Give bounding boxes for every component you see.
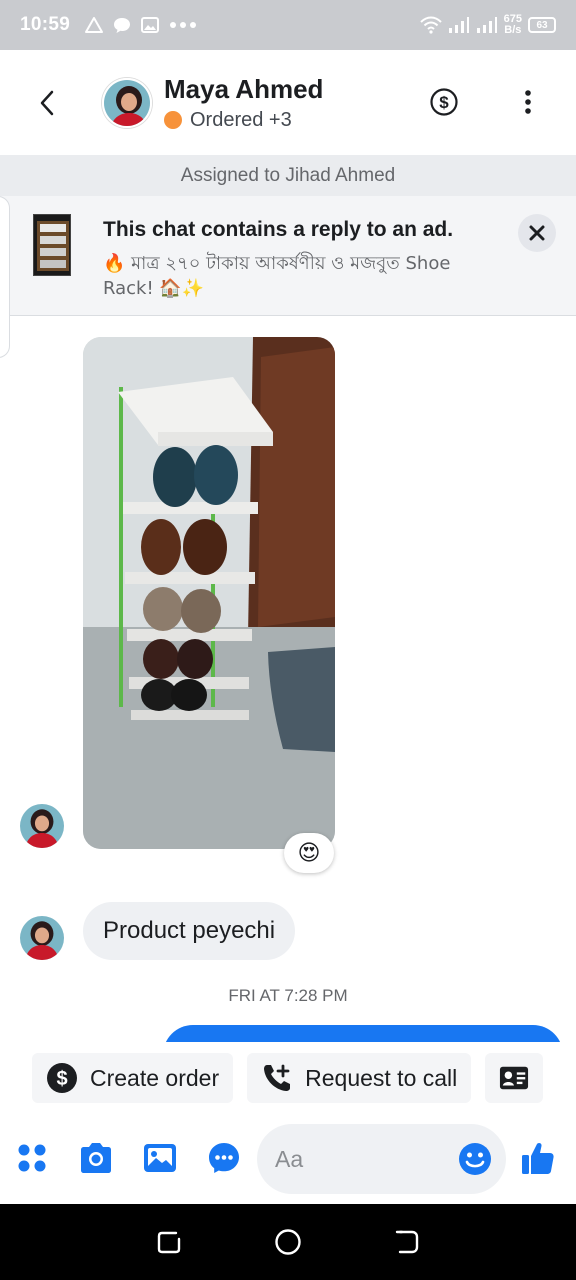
incoming-text-message[interactable]: Product peyechi [83,902,296,960]
apps-icon [18,1144,46,1172]
network-speed: 675 B/s [504,14,522,36]
create-order-button[interactable]: $ Create order [32,1053,234,1103]
like-button[interactable] [518,1138,558,1178]
ad-reply-notice[interactable]: This chat contains a reply to an ad. 🔥 ম… [0,196,576,316]
emoji-button[interactable] [458,1142,492,1176]
camera-button[interactable] [76,1138,116,1178]
like-icon [522,1142,554,1174]
back-nav-button[interactable] [387,1222,427,1262]
ad-notice-title: This chat contains a reply to an ad. [103,218,454,241]
more-icon [525,90,531,114]
contact-status: Ordered +3 [164,109,323,132]
message-reaction[interactable]: 😍 [284,833,334,873]
message-input-placeholder: Aa [275,1145,304,1172]
ad-thumbnail-image [34,215,70,275]
signal-2-icon [476,17,497,33]
ad-notice-subtitle: 🔥 মাত্র ২৭০ টাকায় আকর্ষণীয় ও মজবুত Sho… [103,253,451,299]
recents-icon [158,1231,181,1254]
signal-icon [448,17,469,33]
message-input[interactable]: Aa [257,1124,506,1194]
camera-icon [81,1143,111,1173]
emoji-icon [459,1143,491,1175]
wifi-icon [419,16,442,34]
ad-thumbnail [33,214,71,276]
sender-avatar[interactable] [20,804,64,848]
payment-button[interactable]: $ [422,80,466,124]
contact-info[interactable]: Maya Ahmed Ordered +3 [164,74,323,132]
home-button[interactable] [268,1222,308,1262]
battery-level: 63 [536,19,548,31]
recents-button[interactable] [149,1222,189,1262]
android-nav-bar [0,1204,576,1280]
image-icon [141,17,160,33]
shoe-rack-photo [83,337,335,849]
more-notifications-icon [170,22,197,28]
status-time: 10:59 [20,14,71,35]
gallery-button[interactable] [140,1138,180,1178]
status-bar: 10:59 675 B/s 63 [0,0,576,50]
gallery-icon [144,1144,176,1172]
request-call-label: Request to call [305,1064,458,1091]
battery-icon: 63 [528,17,556,33]
message-timestamp: FRI AT 7:28 PM [228,986,348,1005]
contact-status-label: Ordered +3 [190,108,292,131]
back-button[interactable] [22,78,72,128]
back-nav-icon [395,1230,418,1254]
assigned-banner: Assigned to Jihad Ahmed [0,155,576,196]
request-call-button[interactable]: Request to call [247,1053,472,1103]
contact-avatar-image [104,79,150,126]
contact-name: Maya Ahmed [164,73,324,104]
network-speed-unit: B/s [504,24,522,36]
more-options-button[interactable] [506,80,550,124]
status-dot [164,111,182,129]
contact-avatar[interactable] [102,77,152,128]
message-text: Product peyechi [103,917,276,944]
contact-card-button[interactable] [485,1053,544,1103]
reaction-emoji: 😍 [297,840,321,865]
close-icon [529,225,545,241]
message-composer: Aa [0,1114,576,1204]
photo-message[interactable] [83,337,335,849]
warning-icon [85,17,104,33]
messenger-button[interactable] [204,1138,244,1178]
sender-avatar[interactable] [20,916,64,960]
close-ad-notice-button[interactable] [518,214,556,252]
home-icon [275,1229,301,1255]
back-arrow-icon [40,90,54,115]
create-order-label: Create order [90,1064,220,1091]
status-system-icons: 675 B/s 63 [419,14,556,36]
dollar-icon: $ [430,88,458,116]
messenger-chat-screen: 10:59 675 B/s 63 Maya Ahmed Ordered +3 $… [0,0,576,1280]
messenger-icon [209,1143,239,1173]
phone-plus-icon [264,1064,291,1091]
sender-avatar-image [20,804,64,848]
svg-text:$: $ [56,1068,67,1090]
chat-header: Maya Ahmed Ordered +3 $ [0,50,576,155]
side-drawer-tab[interactable] [0,196,10,358]
contact-card-icon [500,1066,529,1090]
svg-text:$: $ [439,93,449,112]
quick-actions-bar: $ Create order Request to call [0,1042,576,1114]
sender-avatar-image [20,916,64,960]
apps-button[interactable] [12,1138,52,1178]
chat-bubble-icon [114,18,131,33]
status-notification-icons [84,16,198,34]
dollar-icon: $ [47,1063,77,1093]
